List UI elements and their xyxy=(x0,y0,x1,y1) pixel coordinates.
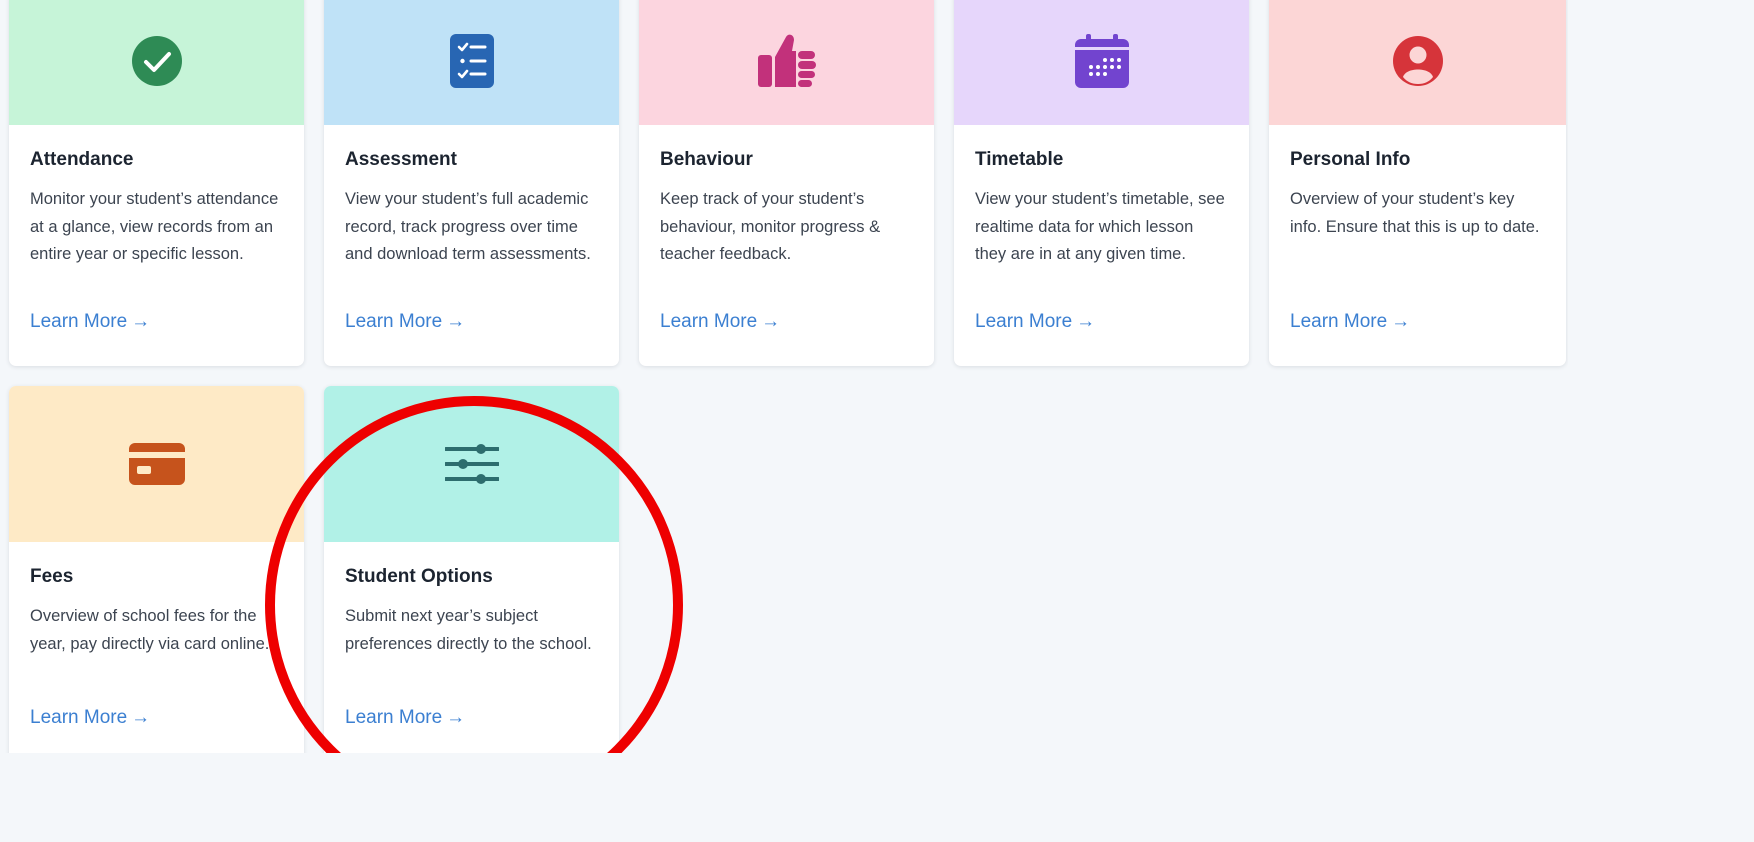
learn-more-label: Learn More xyxy=(660,311,758,332)
card-attendance[interactable]: Attendance Monitor your student’s attend… xyxy=(9,0,304,366)
learn-more-label: Learn More xyxy=(30,311,128,332)
card-description: View your student’s full academic record… xyxy=(345,190,591,263)
card-description: View your student’s timetable, see realt… xyxy=(975,190,1225,263)
learn-more-label: Learn More xyxy=(345,311,443,332)
card-title: Fees xyxy=(30,566,74,587)
feature-grid: Attendance Monitor your student’s attend… xyxy=(0,0,1568,753)
arrow-right-icon: → xyxy=(1076,311,1096,332)
learn-more-link[interactable]: Learn More → xyxy=(975,311,1095,333)
checklist-icon xyxy=(449,34,494,88)
card-banner xyxy=(1269,0,1566,125)
arrow-right-icon: → xyxy=(761,311,781,332)
learn-more-link[interactable]: Learn More → xyxy=(345,311,465,333)
card-timetable[interactable]: Timetable View your student’s timetable,… xyxy=(954,0,1249,366)
card-title: Timetable xyxy=(975,149,1064,170)
credit-card-icon xyxy=(128,443,185,485)
learn-more-label: Learn More xyxy=(345,707,443,728)
card-personal-info[interactable]: Personal Info Overview of your student’s… xyxy=(1269,0,1566,366)
card-description: Submit next year’s subject preferences d… xyxy=(345,607,592,653)
card-description: Overview of school fees for the year, pa… xyxy=(30,607,270,653)
card-student-options[interactable]: Student Options Submit next year’s subje… xyxy=(324,386,619,753)
card-banner xyxy=(954,0,1249,125)
card-assessment[interactable]: Assessment View your student’s full acad… xyxy=(324,0,619,366)
check-circle-icon xyxy=(131,36,182,86)
learn-more-label: Learn More xyxy=(30,707,128,728)
arrow-right-icon: → xyxy=(446,311,466,332)
user-circle-icon xyxy=(1392,36,1443,86)
learn-more-label: Learn More xyxy=(1290,311,1388,332)
learn-more-label: Learn More xyxy=(975,311,1073,332)
learn-more-link[interactable]: Learn More → xyxy=(1290,311,1410,333)
card-title: Assessment xyxy=(345,149,457,170)
thumbs-up-icon xyxy=(757,34,816,87)
card-title: Attendance xyxy=(30,149,134,170)
learn-more-link[interactable]: Learn More → xyxy=(30,311,150,333)
card-fees[interactable]: Fees Overview of school fees for the yea… xyxy=(9,386,304,753)
card-title: Behaviour xyxy=(660,149,753,170)
arrow-right-icon: → xyxy=(1391,311,1411,332)
card-banner xyxy=(324,0,619,125)
learn-more-link[interactable]: Learn More → xyxy=(30,707,150,729)
card-behaviour[interactable]: Behaviour Keep track of your student’s b… xyxy=(639,0,934,366)
arrow-right-icon: → xyxy=(131,311,151,332)
sliders-icon xyxy=(444,444,499,484)
card-title: Student Options xyxy=(345,566,493,587)
arrow-right-icon: → xyxy=(131,707,151,728)
card-description: Overview of your student’s key info. Ens… xyxy=(1290,190,1540,236)
learn-more-link[interactable]: Learn More → xyxy=(345,707,465,729)
learn-more-link[interactable]: Learn More → xyxy=(660,311,780,333)
card-banner xyxy=(324,386,619,542)
card-description: Keep track of your student’s behaviour, … xyxy=(660,190,881,263)
arrow-right-icon: → xyxy=(446,707,466,728)
card-banner xyxy=(9,386,304,542)
card-banner xyxy=(639,0,934,125)
card-title: Personal Info xyxy=(1290,149,1411,170)
calendar-icon xyxy=(1074,34,1129,88)
card-banner xyxy=(9,0,304,125)
card-description: Monitor your student’s attendance at a g… xyxy=(30,190,279,263)
